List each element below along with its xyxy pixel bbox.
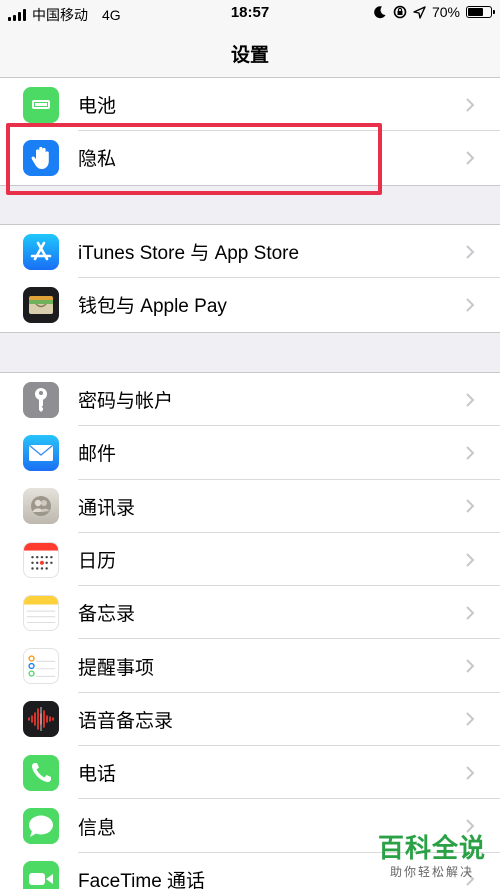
chevron-right-icon xyxy=(466,606,475,620)
chevron-right-icon xyxy=(466,446,475,460)
row-label: 日历 xyxy=(78,551,117,573)
row-label: 密码与帐户 xyxy=(78,391,174,413)
row-label: FaceTime 通话 xyxy=(78,870,206,889)
battery-percent: 70% xyxy=(431,4,460,20)
row-label: iTunes Store 与 App Store xyxy=(78,243,300,265)
key-icon xyxy=(23,381,59,418)
settings-row-itunes-app-store[interactable]: iTunes Store 与 App Store xyxy=(0,225,500,279)
chevron-right-icon xyxy=(466,151,475,165)
settings-row-wallet[interactable]: 钱包与 Apple Pay xyxy=(0,278,500,331)
row-label: 电话 xyxy=(78,764,117,786)
row-label: 钱包与 Apple Pay xyxy=(78,296,227,318)
battery-status-icon xyxy=(466,6,495,18)
reminders-icon xyxy=(23,648,59,685)
phone-icon xyxy=(23,754,59,791)
settings-row-reminders[interactable]: 提醒事项 xyxy=(0,639,500,693)
facetime-icon xyxy=(23,861,59,889)
chevron-right-icon xyxy=(466,499,475,513)
settings-group-3: 密码与帐户 邮件 通讯录 日历 备忘录 提醒事项 语音备忘录 电话 信息 Fac… xyxy=(0,372,500,889)
status-bar: 中国移动 4G 18:57 70% xyxy=(0,0,500,26)
chevron-right-icon xyxy=(466,712,475,727)
messages-icon xyxy=(23,808,59,845)
row-label: 邮件 xyxy=(78,444,117,466)
location-icon xyxy=(413,5,426,19)
chevron-right-icon xyxy=(466,298,475,312)
settings-row-passwords-accounts[interactable]: 密码与帐户 xyxy=(0,373,500,427)
row-label: 电池 xyxy=(78,96,117,118)
app-store-icon xyxy=(23,233,59,270)
chevron-right-icon xyxy=(466,392,475,407)
settings-row-contacts[interactable]: 通讯录 xyxy=(0,480,500,533)
row-label: 信息 xyxy=(78,817,117,839)
chevron-right-icon xyxy=(466,766,475,780)
watermark-subtitle: 助你轻松解决 xyxy=(389,865,474,879)
settings-row-calendar[interactable]: 日历 xyxy=(0,533,500,587)
chevron-right-icon xyxy=(466,659,475,673)
notes-icon xyxy=(23,594,59,631)
page-title: 设置 xyxy=(230,45,269,66)
chevron-right-icon xyxy=(466,244,475,259)
chevron-right-icon xyxy=(466,97,475,112)
settings-row-notes[interactable]: 备忘录 xyxy=(0,586,500,640)
wallet-icon xyxy=(23,286,59,323)
row-label: 提醒事项 xyxy=(78,657,155,679)
status-right: 70% xyxy=(373,4,495,20)
watermark-title: 百科全说 xyxy=(377,834,486,864)
battery-icon xyxy=(23,86,59,123)
row-label: 通讯录 xyxy=(78,497,136,519)
mail-icon xyxy=(23,434,59,471)
row-label: 语音备忘录 xyxy=(78,710,174,732)
settings-row-mail[interactable]: 邮件 xyxy=(0,426,500,480)
settings-row-voice-memos[interactable]: 语音备忘录 xyxy=(0,693,500,747)
calendar-icon xyxy=(23,541,59,578)
rotation-lock-icon xyxy=(393,5,407,19)
watermark-logo: 百科全说 助你轻松解决 xyxy=(378,828,486,880)
navigation-bar: 设置 xyxy=(0,26,500,78)
moon-icon xyxy=(374,6,386,19)
contacts-icon xyxy=(23,488,59,525)
settings-row-phone[interactable]: 电话 xyxy=(0,746,500,800)
chevron-right-icon xyxy=(466,552,475,567)
highlight-annotation xyxy=(6,123,382,195)
settings-group-2: iTunes Store 与 App Store 钱包与 Apple Pay xyxy=(0,224,500,333)
voice-memos-icon xyxy=(23,701,59,738)
row-label: 备忘录 xyxy=(78,604,136,626)
